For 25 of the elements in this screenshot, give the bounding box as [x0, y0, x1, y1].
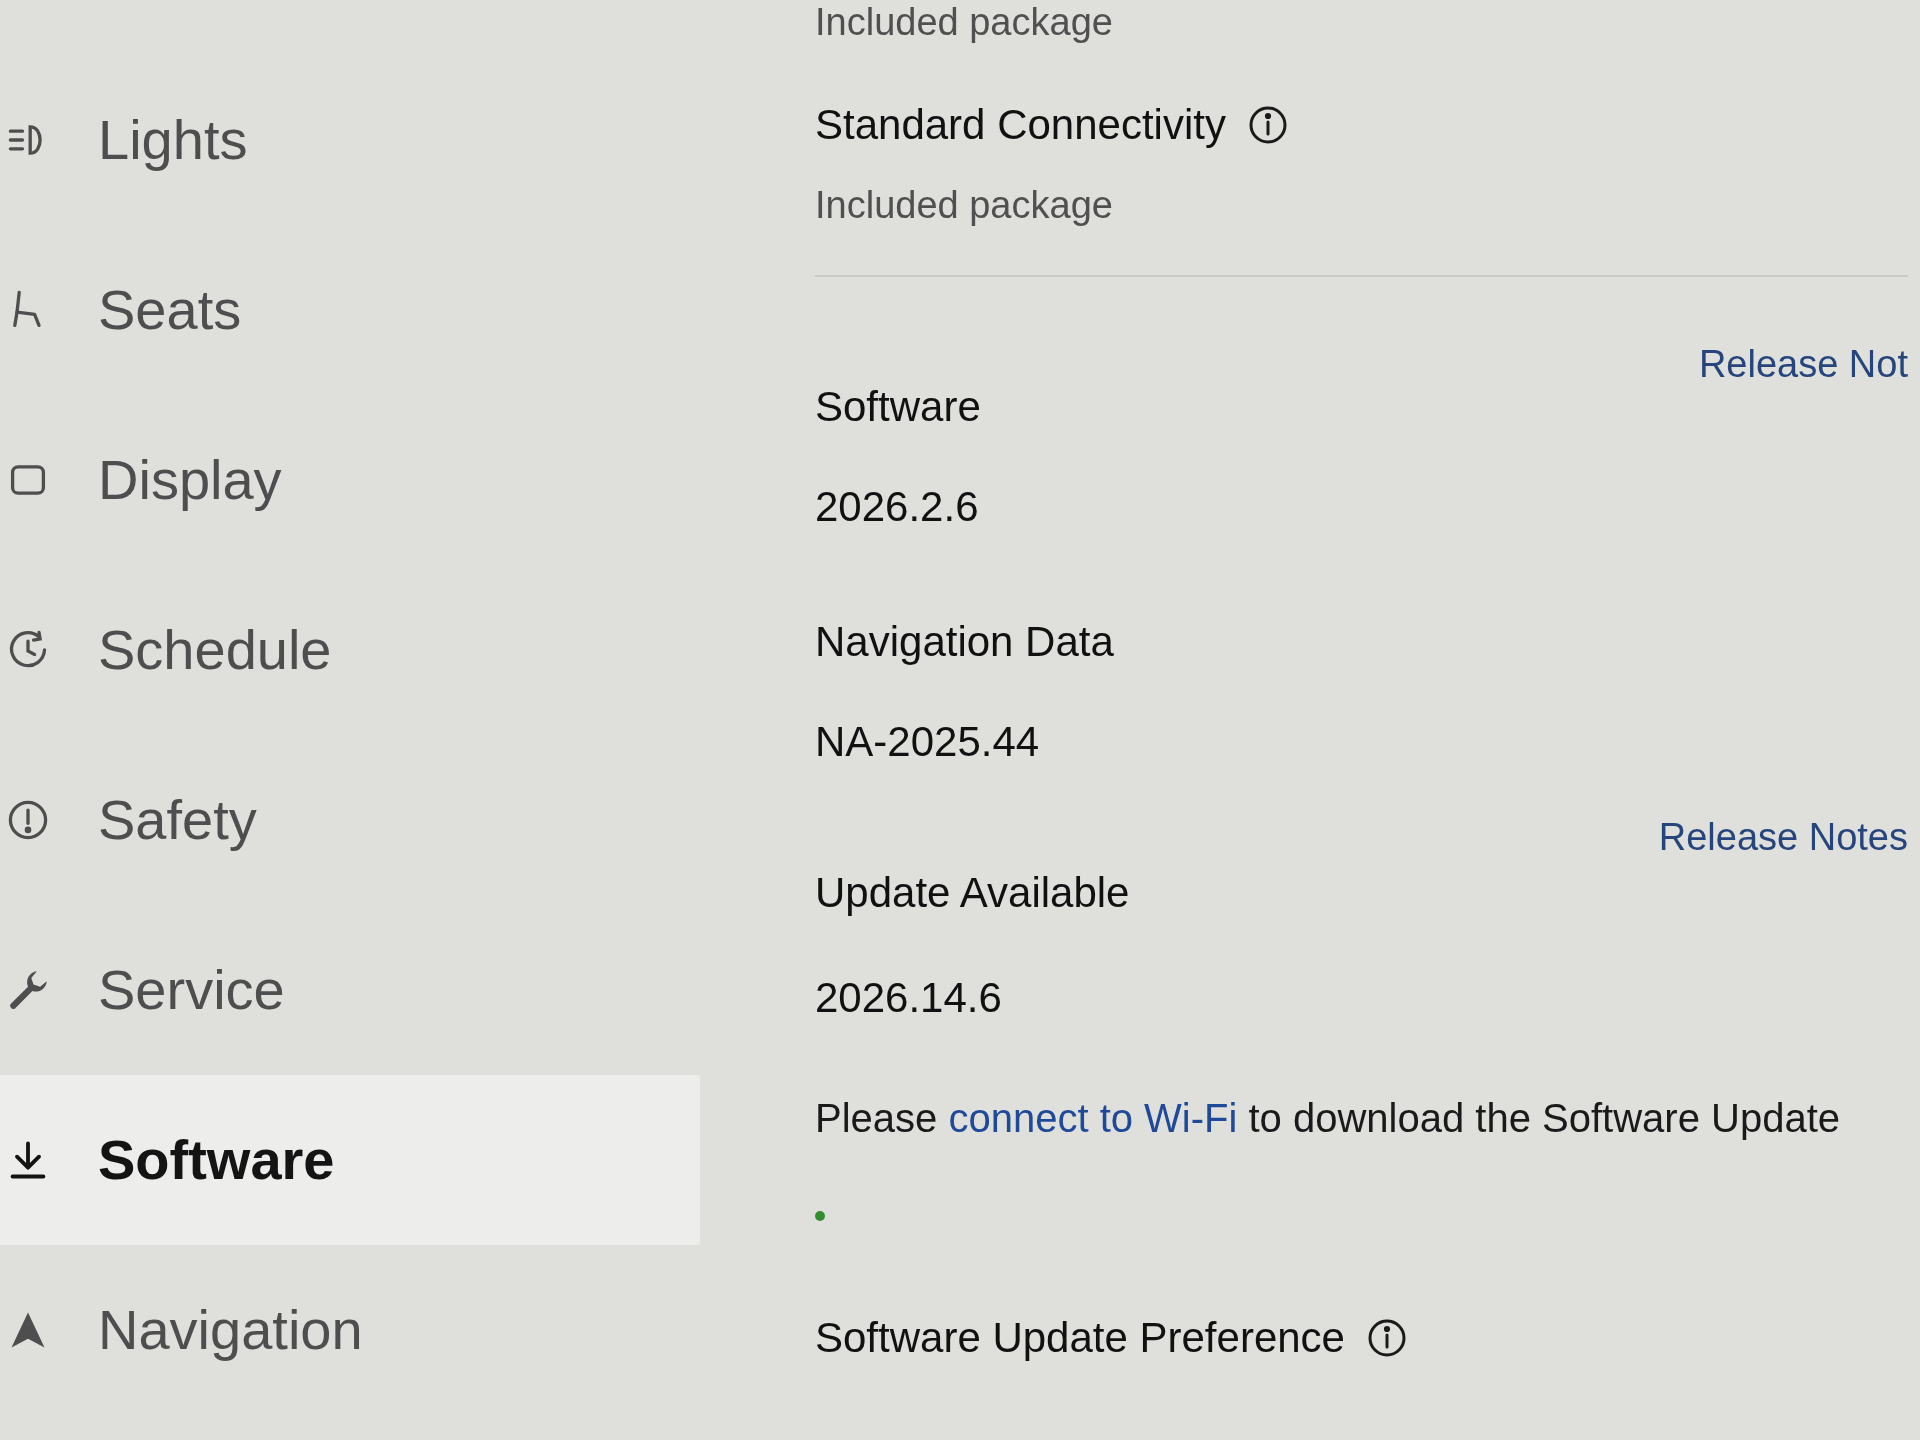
info-icon[interactable] [1366, 1318, 1407, 1358]
version-text: 2026.2.6 [815, 482, 979, 532]
version-text: NA-2025.44 [815, 717, 1040, 767]
sidebar-item[interactable]: Seats [0, 225, 700, 395]
sidebar-item[interactable]: Software [0, 1075, 700, 1245]
section-title: Software Update Preference [815, 1313, 1345, 1363]
release-notes-link[interactable]: Release Notes [1658, 815, 1908, 859]
subtitle-text: Included package [815, 0, 1113, 44]
section-title: Standard Connectivity [815, 100, 1226, 150]
subtitle-text: Included package [815, 183, 1113, 227]
sidebar-item[interactable]: Safety [0, 735, 700, 905]
section-title: Software [815, 382, 981, 432]
section-title: Navigation Data [815, 617, 1114, 667]
alert-circle-icon [6, 798, 50, 842]
section-title: Update Available [815, 868, 1130, 918]
wifi-link[interactable]: connect to Wi-Fi [948, 1096, 1238, 1140]
version-text: 2026.14.6 [815, 973, 1002, 1023]
sidebar-item[interactable]: Navigation [0, 1245, 700, 1415]
update-message: Please connect to Wi-Fi to download the Software Update [815, 1095, 1840, 1142]
sidebar-item[interactable]: Display [0, 395, 700, 565]
info-icon[interactable] [1247, 105, 1288, 145]
release-notes-link[interactable]: Release Not [1698, 342, 1908, 386]
sidebar-item[interactable]: Schedule [0, 565, 700, 735]
sidebar-item[interactable]: Service [0, 905, 700, 1075]
sidebar-item[interactable]: Lights [0, 55, 700, 225]
